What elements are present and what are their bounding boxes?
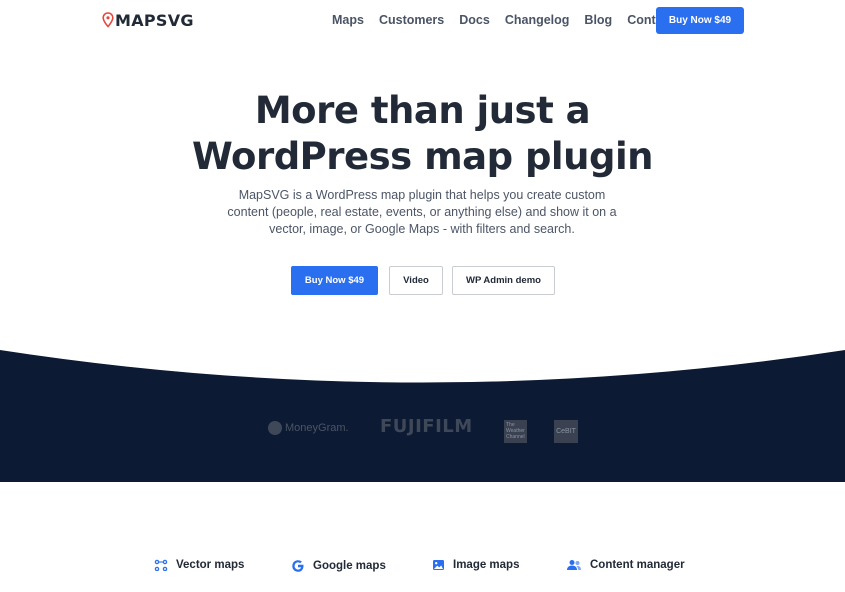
hero-description: MapSVG is a WordPress map plugin that he… (227, 188, 617, 236)
nav-changelog[interactable]: Changelog (505, 13, 570, 27)
fujifilm-logo: FUJIFILM (380, 416, 473, 437)
hero-title-line-2: WordPress map plugin (192, 135, 653, 178)
band-wave-background (0, 350, 845, 482)
main-nav: Maps Customers Docs Changelog Blog Conta… (332, 13, 689, 27)
header-buy-button[interactable]: Buy Now $49 (656, 7, 744, 34)
site-header: MAPSVG Maps Customers Docs Changelog Blo… (0, 0, 845, 40)
nav-maps[interactable]: Maps (332, 13, 364, 27)
moneygram-icon (268, 421, 282, 435)
weather-channel-logo: The Weather Channel (504, 420, 527, 443)
customer-logos: MoneyGram. FUJIFILM The Weather Channel … (0, 416, 845, 446)
features-list: Vector maps Google maps Image maps Conte… (0, 559, 845, 579)
logo[interactable]: MAPSVG (102, 10, 194, 30)
image-icon (433, 560, 444, 570)
feature-vector-maps[interactable]: Vector maps (154, 559, 244, 571)
feature-image-maps[interactable]: Image maps (432, 559, 519, 571)
wp-admin-demo-button[interactable]: WP Admin demo (452, 266, 555, 295)
vector-maps-icon (154, 559, 168, 571)
feature-label: Google maps (313, 560, 386, 572)
cebit-logo: CeBIT (554, 420, 578, 443)
hero-buy-button[interactable]: Buy Now $49 (291, 266, 378, 295)
hero-title: More than just a WordPress map plugin (0, 88, 845, 180)
nav-blog[interactable]: Blog (584, 13, 612, 27)
hero-title-line-1: More than just a (254, 89, 591, 132)
feature-label: Vector maps (176, 559, 245, 571)
moneygram-label: MoneyGram. (285, 422, 349, 434)
moneygram-logo: MoneyGram. (268, 421, 349, 435)
feature-label: Image maps (453, 559, 520, 571)
customers-band (0, 340, 845, 482)
users-icon (567, 560, 581, 570)
nav-docs[interactable]: Docs (459, 13, 490, 27)
google-icon (292, 560, 304, 572)
feature-label: Content manager (590, 559, 685, 571)
logo-text: MAPSVG (115, 10, 194, 30)
feature-google-maps[interactable]: Google maps (291, 559, 386, 573)
feature-content-manager[interactable]: Content manager (566, 559, 685, 571)
nav-customers[interactable]: Customers (379, 13, 444, 27)
video-button[interactable]: Video (389, 266, 443, 295)
map-pin-icon (102, 12, 114, 28)
